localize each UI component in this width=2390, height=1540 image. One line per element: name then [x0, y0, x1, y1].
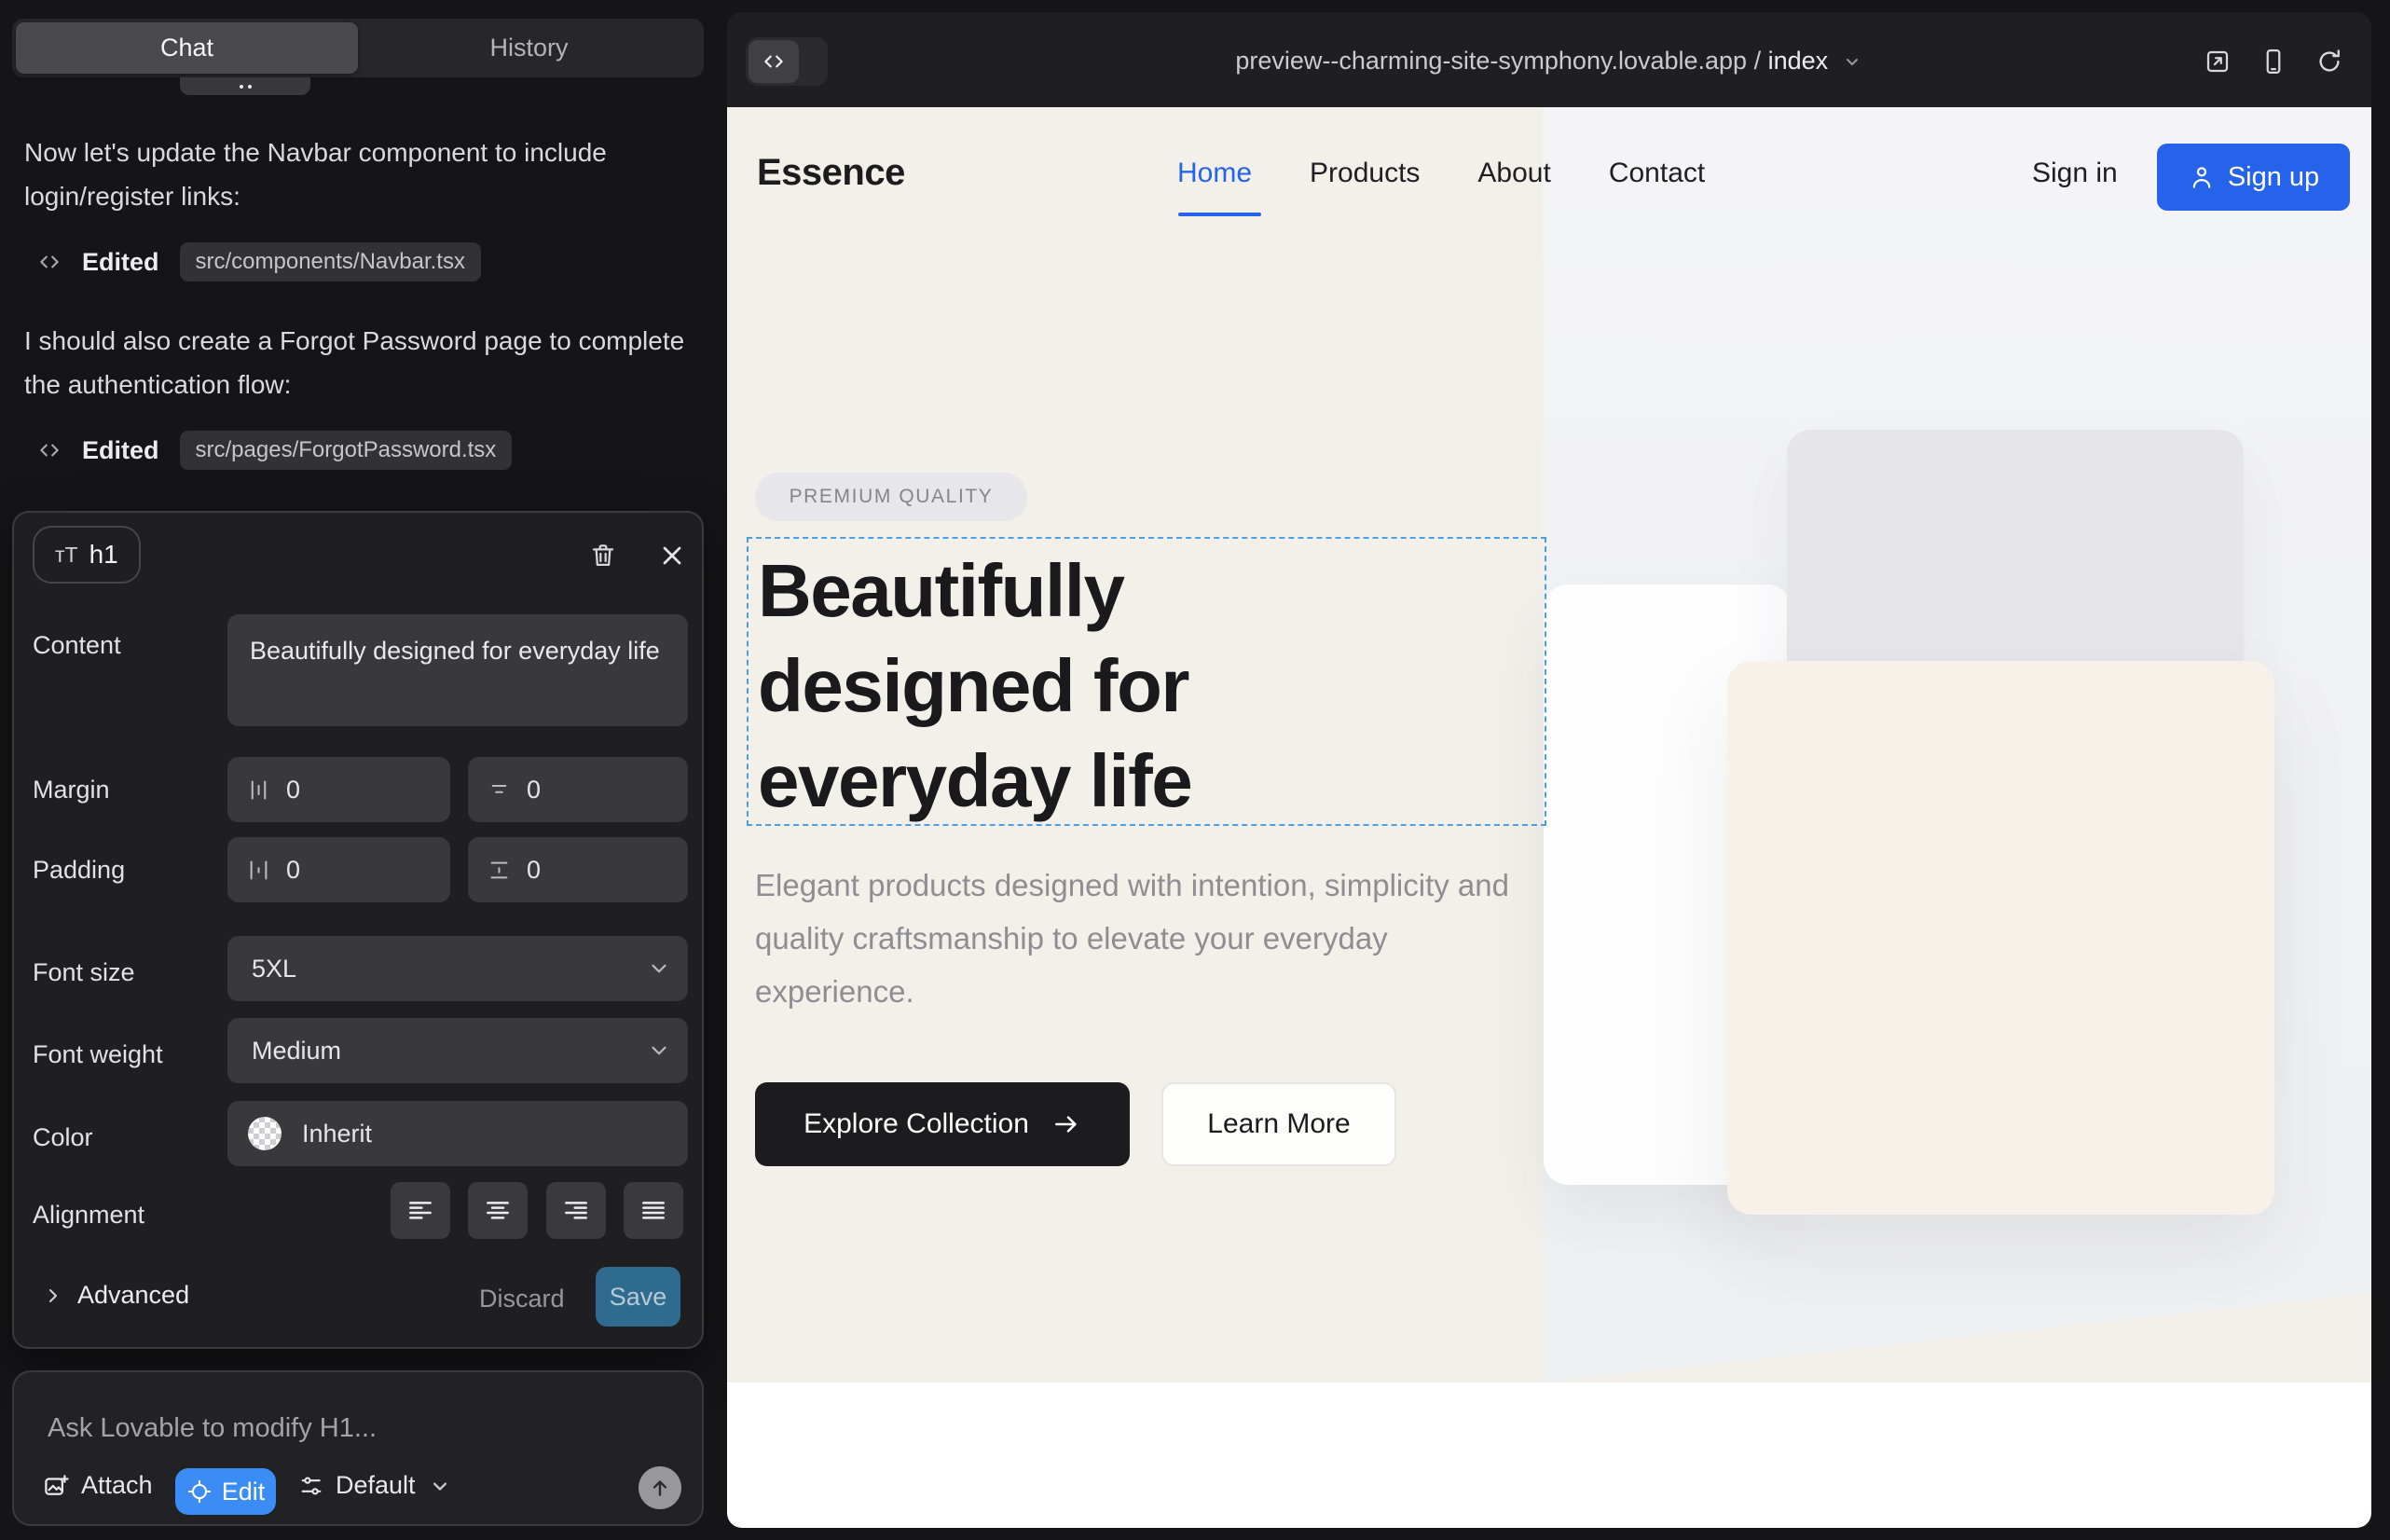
- element-tag: h1: [89, 540, 118, 570]
- active-nav-underline: [1178, 213, 1261, 216]
- target-icon: [186, 1478, 213, 1505]
- url-separator: /: [1747, 47, 1768, 75]
- content-textarea[interactable]: Beautifully designed for everyday life: [227, 614, 688, 726]
- align-right-button[interactable]: [546, 1182, 606, 1239]
- color-input[interactable]: Inherit: [227, 1101, 688, 1166]
- hero-heading[interactable]: Beautifully designed for everyday life: [758, 543, 1191, 829]
- url-bar[interactable]: preview--charming-site-symphony.lovable.…: [727, 47, 2371, 76]
- font-weight-select[interactable]: Medium: [227, 1018, 688, 1083]
- explore-collection-button[interactable]: Explore Collection: [755, 1082, 1130, 1166]
- save-button[interactable]: Save: [596, 1267, 680, 1327]
- edit-mode-button[interactable]: Edit: [175, 1468, 276, 1515]
- chevron-down-icon: [647, 1038, 671, 1063]
- mobile-view-icon[interactable]: [2260, 48, 2287, 76]
- site-logo[interactable]: Essence: [757, 152, 905, 194]
- content-label: Content: [33, 631, 121, 660]
- url-page: index: [1768, 47, 1829, 75]
- site-nav: Home Products About Contact: [1177, 158, 1705, 189]
- trash-icon: [588, 541, 618, 571]
- code-icon: [37, 438, 62, 462]
- browser-toolbar: preview--charming-site-symphony.lovable.…: [727, 12, 2371, 107]
- scrolled-chip: [180, 77, 310, 95]
- tab-chat[interactable]: Chat: [16, 22, 358, 74]
- sign-up-button[interactable]: Sign up: [2157, 144, 2350, 211]
- sidebar: Chat History Now let's update the Navbar…: [0, 0, 727, 1540]
- chat-history-tabs: Chat History: [12, 19, 704, 77]
- align-center-button[interactable]: [468, 1182, 528, 1239]
- margin-x-input[interactable]: 0: [227, 757, 450, 822]
- assistant-message: I should also create a Forgot Password p…: [24, 319, 686, 406]
- url-domain: preview--charming-site-symphony.lovable.…: [1235, 47, 1747, 75]
- chat-input-box: Ask Lovable to modify H1... Attach Edit …: [12, 1370, 704, 1526]
- code-icon: [37, 250, 62, 274]
- chevron-down-icon: [647, 956, 671, 981]
- sign-in-link[interactable]: Sign in: [2032, 158, 2118, 189]
- site-viewport: Essence Home Products About Contact Sign…: [727, 107, 2371, 1528]
- decor-card-cream: [1727, 661, 2274, 1215]
- element-editor-panel: тT h1 Content Beautifully designed for e…: [12, 511, 704, 1349]
- delete-element-button[interactable]: [588, 541, 618, 571]
- align-center-icon: [483, 1196, 513, 1226]
- arrow-up-icon: [648, 1476, 672, 1500]
- hero-paragraph: Elegant products designed with intention…: [755, 859, 1510, 1018]
- learn-more-button[interactable]: Learn More: [1161, 1082, 1396, 1166]
- chevron-down-icon: [1841, 50, 1863, 73]
- padding-x-input[interactable]: 0: [227, 837, 450, 902]
- hero-badge: PREMIUM QUALITY: [755, 473, 1027, 521]
- nav-home[interactable]: Home: [1177, 158, 1252, 189]
- align-justify-button[interactable]: [624, 1182, 683, 1239]
- edited-label: Edited: [82, 436, 159, 465]
- advanced-toggle[interactable]: Advanced: [42, 1281, 189, 1310]
- close-icon: [657, 541, 687, 571]
- typography-icon: тT: [55, 543, 78, 568]
- attach-image-icon: [42, 1472, 70, 1500]
- alignment-label: Alignment: [33, 1201, 144, 1230]
- sliders-icon: [298, 1473, 324, 1499]
- padding-vertical-icon: [487, 858, 512, 883]
- selected-element-chip[interactable]: тT h1: [33, 526, 141, 584]
- nav-about[interactable]: About: [1477, 158, 1550, 189]
- nav-products[interactable]: Products: [1310, 158, 1420, 189]
- file-badge[interactable]: src/pages/ForgotPassword.tsx: [180, 431, 513, 470]
- attach-button[interactable]: Attach: [42, 1471, 153, 1500]
- person-icon: [2188, 163, 2216, 191]
- preview-browser-frame: preview--charming-site-symphony.lovable.…: [727, 12, 2371, 1528]
- assistant-message: Now let's update the Navbar component to…: [24, 131, 686, 218]
- refresh-icon[interactable]: [2315, 48, 2343, 76]
- chevron-right-icon: [42, 1285, 64, 1307]
- open-external-icon[interactable]: [2204, 48, 2232, 76]
- nav-contact[interactable]: Contact: [1609, 158, 1705, 189]
- close-panel-button[interactable]: [657, 541, 687, 571]
- font-size-label: Font size: [33, 958, 135, 987]
- arrow-right-icon: [1051, 1109, 1081, 1139]
- chat-actions: Attach Edit Default: [14, 1465, 702, 1518]
- mode-select[interactable]: Default: [298, 1471, 453, 1500]
- margin-horizontal-icon: [246, 777, 271, 803]
- color-label: Color: [33, 1123, 93, 1152]
- padding-label: Padding: [33, 856, 125, 885]
- tab-history[interactable]: History: [358, 22, 700, 74]
- margin-vertical-icon: [487, 777, 512, 803]
- align-right-icon: [561, 1196, 591, 1226]
- chevron-down-icon: [427, 1473, 453, 1499]
- chat-input[interactable]: Ask Lovable to modify H1...: [48, 1413, 377, 1444]
- padding-horizontal-icon: [246, 858, 271, 883]
- margin-y-input[interactable]: 0: [468, 757, 688, 822]
- padding-y-input[interactable]: 0: [468, 837, 688, 902]
- font-weight-label: Font weight: [33, 1040, 163, 1069]
- discard-button[interactable]: Discard: [479, 1285, 565, 1313]
- align-left-icon: [405, 1196, 435, 1226]
- send-button[interactable]: [639, 1466, 681, 1509]
- color-swatch[interactable]: [248, 1117, 282, 1150]
- margin-label: Margin: [33, 776, 110, 804]
- edited-file-row[interactable]: Edited src/pages/ForgotPassword.tsx: [37, 429, 512, 472]
- font-size-select[interactable]: 5XL: [227, 936, 688, 1001]
- align-left-button[interactable]: [391, 1182, 450, 1239]
- browser-actions: [2204, 48, 2343, 76]
- hero-section: Essence Home Products About Contact Sign…: [727, 107, 2371, 1382]
- align-justify-icon: [639, 1196, 668, 1226]
- file-badge[interactable]: src/components/Navbar.tsx: [180, 242, 481, 282]
- edited-file-row[interactable]: Edited src/components/Navbar.tsx: [37, 241, 481, 283]
- edited-label: Edited: [82, 248, 159, 277]
